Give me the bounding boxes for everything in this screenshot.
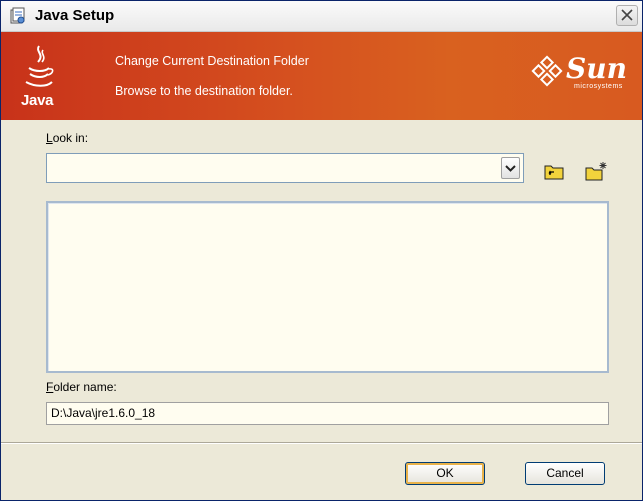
chevron-down-icon [505,165,516,172]
java-setup-icon [10,7,25,24]
java-logo-text: Java [21,92,54,109]
folder-name-label: Folder name: [46,380,117,394]
new-folder-icon [585,162,607,181]
cancel-button[interactable]: Cancel [525,462,605,485]
up-one-level-button[interactable] [541,160,567,182]
folder-list[interactable] [46,201,609,373]
sun-logo-text: Sun [566,52,627,85]
close-icon [621,9,633,21]
look-in-dropdown-button[interactable] [501,157,520,179]
button-separator [1,442,642,444]
sun-diamond-icon [531,55,563,87]
look-in-label-accesskey: L [46,131,53,145]
banner-subtitle: Browse to the destination folder. [115,84,293,98]
window-title: Java Setup [35,7,115,24]
look-in-dropdown[interactable] [46,153,524,183]
sun-logo-subtext: microsystems [574,83,623,90]
look-in-label: Look in: [46,131,88,145]
sun-microsystems-logo: Sun microsystems [530,52,627,92]
up-folder-icon [544,165,564,180]
java-setup-dialog: Java Setup Java Change Current Destinati… [0,0,643,501]
title-bar[interactable]: Java Setup [1,1,642,32]
ok-button[interactable]: OK [405,462,485,485]
banner-title: Change Current Destination Folder [115,54,309,68]
folder-name-label-text: older name: [53,380,117,394]
header-banner: Java Change Current Destination Folder B… [1,32,642,120]
look-in-label-text: ook in: [52,131,89,145]
close-button[interactable] [616,5,638,26]
create-new-folder-button[interactable] [583,160,609,182]
folder-name-input[interactable]: D:\Java\jre1.6.0_18 [46,402,609,425]
